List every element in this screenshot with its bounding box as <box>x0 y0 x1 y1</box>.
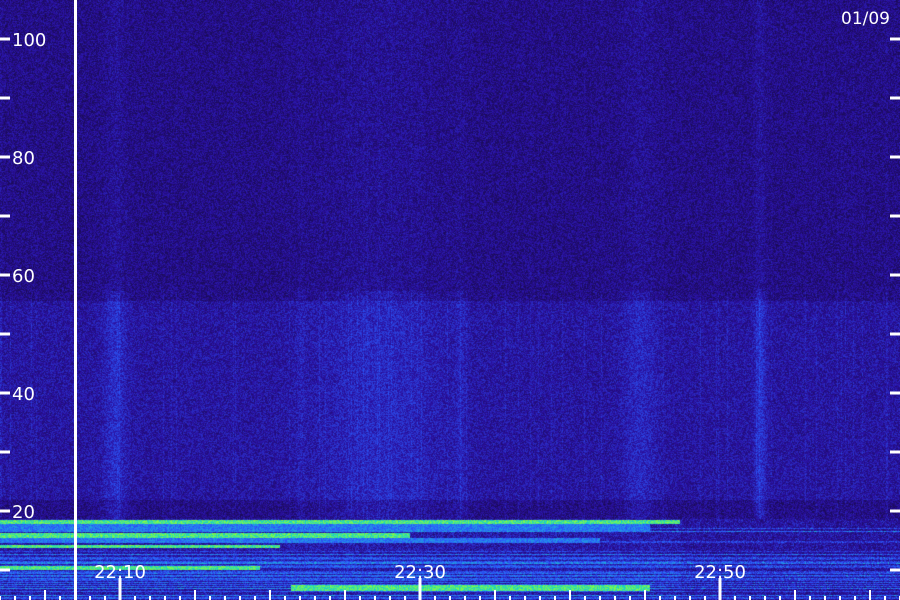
y-tick-label-40: 40 <box>12 384 35 405</box>
y-tick-label-60: 60 <box>12 266 35 287</box>
spectrogram-chart: 20 40 60 80 100 22:10 22:30 22:50 01/09 <box>0 0 900 600</box>
x-tick-label-2230: 22:30 <box>394 562 446 583</box>
x-axis-ticks: 22:10 22:30 22:50 <box>0 562 900 600</box>
y-tick-label-80: 80 <box>12 148 35 169</box>
y-axis-ticks: 20 40 60 80 100 <box>0 30 900 572</box>
gap-layer <box>74 0 77 600</box>
x-tick-label-2250: 22:50 <box>694 562 746 583</box>
y-tick-label-100: 100 <box>12 30 46 51</box>
x-tick-label-2210: 22:10 <box>94 562 146 583</box>
date-label: 01/09 <box>841 9 890 29</box>
data-gap-marker-line <box>74 0 77 600</box>
y-tick-label-20: 20 <box>12 502 35 523</box>
chart-overlay: 20 40 60 80 100 22:10 22:30 22:50 01/09 <box>0 0 900 600</box>
